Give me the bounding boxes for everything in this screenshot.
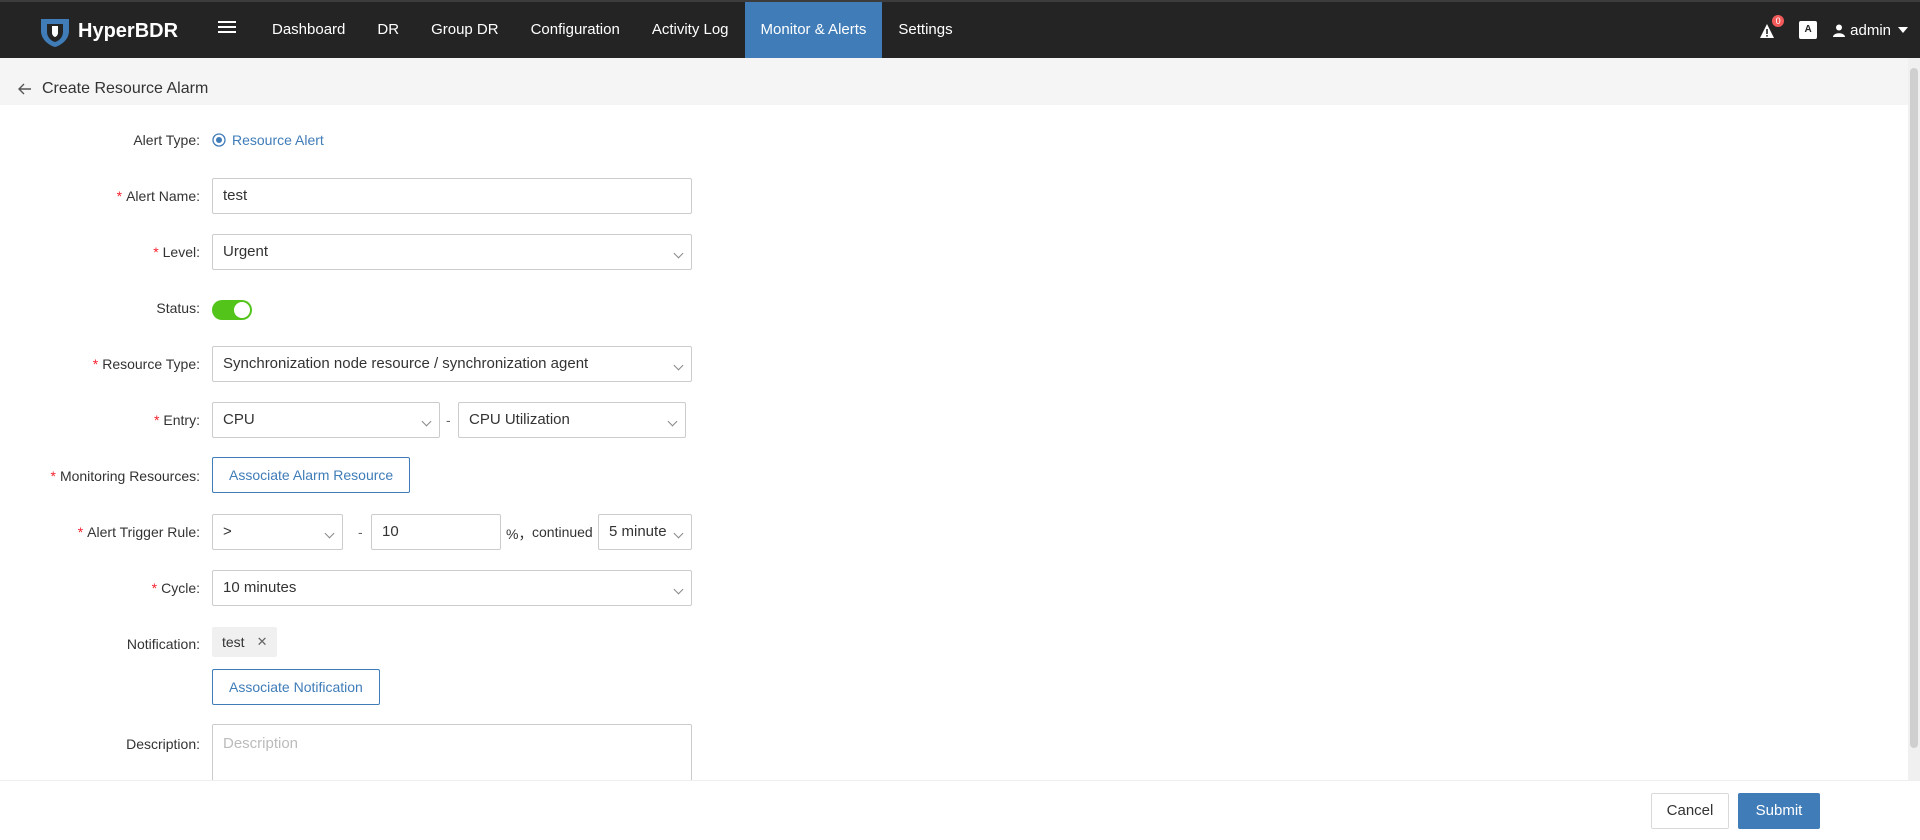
entry-separator: - (446, 412, 451, 428)
shield-logo-icon (41, 19, 69, 47)
app-name: HyperBDR (78, 19, 179, 42)
monitoring-label: * Monitoring Resources: (50, 468, 200, 484)
nav-configuration[interactable]: Configuration (515, 2, 636, 58)
menu-toggle-icon[interactable] (218, 18, 236, 38)
close-icon[interactable]: ✕ (257, 634, 268, 650)
entry-value: CPU (223, 411, 255, 428)
notification-tag-label: test (222, 634, 245, 650)
trigger-duration-value: 5 minute (609, 523, 667, 540)
trigger-operator-value: > (223, 523, 232, 540)
app-logo[interactable]: HyperBDR (38, 14, 178, 48)
alert-type-radio[interactable]: Resource Alert (212, 132, 324, 148)
chevron-down-icon (324, 528, 335, 539)
notification-label: Notification: (126, 636, 200, 652)
chevron-down-icon (673, 528, 684, 539)
cycle-value: 10 minutes (223, 579, 297, 596)
chevron-down-icon (673, 584, 684, 595)
chevron-down-icon (421, 416, 432, 427)
level-value: Urgent (223, 243, 269, 260)
user-menu[interactable]: admin (1833, 22, 1908, 39)
header-right: 0 A admin (1759, 2, 1920, 58)
chevron-down-icon (673, 248, 684, 259)
chevron-down-icon (667, 416, 678, 427)
caret-down-icon (1898, 27, 1908, 33)
form-footer: Cancel Submit (0, 780, 1920, 840)
level-label: * Level: (153, 244, 200, 260)
radio-checked-icon (212, 133, 226, 147)
trigger-duration-select[interactable]: 5 minute (598, 514, 692, 550)
level-select[interactable]: Urgent (212, 234, 692, 270)
notification-tag: test ✕ (212, 627, 278, 657)
trigger-operator-select[interactable]: > (212, 514, 343, 550)
nav-settings[interactable]: Settings (882, 2, 968, 58)
scrollbar-thumb[interactable] (1910, 68, 1918, 748)
resource-type-label: * Resource Type: (92, 356, 200, 372)
resource-type-select[interactable]: Synchronization node resource / synchron… (212, 346, 692, 382)
trigger-unit: %， (506, 526, 533, 542)
description-label: Description: (126, 736, 200, 752)
entry-metric-select[interactable]: CPU Utilization (458, 402, 686, 438)
submit-button[interactable]: Submit (1738, 793, 1820, 829)
username: admin (1850, 21, 1891, 39)
arrow-left-icon (18, 83, 31, 95)
trigger-rule-label: * Alert Trigger Rule: (77, 524, 200, 540)
nav-dashboard[interactable]: Dashboard (256, 2, 361, 58)
toggle-knob (234, 302, 250, 318)
warning-icon (1760, 24, 1775, 38)
main-nav: Dashboard DR Group DR Configuration Acti… (256, 2, 969, 58)
status-label: Status: (156, 300, 200, 316)
back-button[interactable]: Create Resource Alarm (18, 80, 208, 98)
associate-alarm-resource-button[interactable]: Associate Alarm Resource (212, 457, 411, 493)
resource-type-value: Synchronization node resource / synchron… (223, 355, 589, 372)
scrollbar[interactable] (1908, 58, 1920, 780)
description-textarea[interactable]: Description (212, 724, 692, 780)
cycle-select[interactable]: 10 minutes (212, 570, 692, 606)
alert-name-label: * Alert Name: (116, 188, 200, 204)
nav-dr[interactable]: DR (361, 2, 415, 58)
entry-select[interactable]: CPU (212, 402, 440, 438)
language-icon[interactable]: A (1799, 21, 1818, 39)
top-navbar: HyperBDR Dashboard DR Group DR Configura… (0, 0, 1920, 58)
page-title: Create Resource Alarm (42, 80, 209, 97)
trigger-value-input[interactable]: 10 (371, 514, 501, 550)
alerts-button[interactable]: 0 (1759, 15, 1785, 41)
alert-count-badge: 0 (1772, 15, 1785, 27)
entry-label: * Entry: (153, 412, 200, 428)
nav-activity-log[interactable]: Activity Log (636, 2, 745, 58)
trigger-continued-label: continued (532, 524, 593, 540)
entry-metric-value: CPU Utilization (469, 411, 570, 428)
cancel-button[interactable]: Cancel (1651, 793, 1729, 829)
nav-group-dr[interactable]: Group DR (415, 2, 515, 58)
page-header-bar (0, 58, 1908, 105)
associate-notification-button[interactable]: Associate Notification (212, 669, 380, 705)
user-icon (1833, 24, 1846, 37)
status-toggle[interactable] (212, 300, 252, 320)
alert-type-value: Resource Alert (232, 132, 324, 148)
nav-monitor-alerts[interactable]: Monitor & Alerts (744, 2, 883, 58)
chevron-down-icon (673, 360, 684, 371)
alert-name-input[interactable]: test (212, 178, 692, 214)
alert-type-label: Alert Type: (133, 132, 200, 148)
cycle-label: * Cycle: (151, 580, 200, 596)
trigger-separator: - (358, 524, 363, 540)
